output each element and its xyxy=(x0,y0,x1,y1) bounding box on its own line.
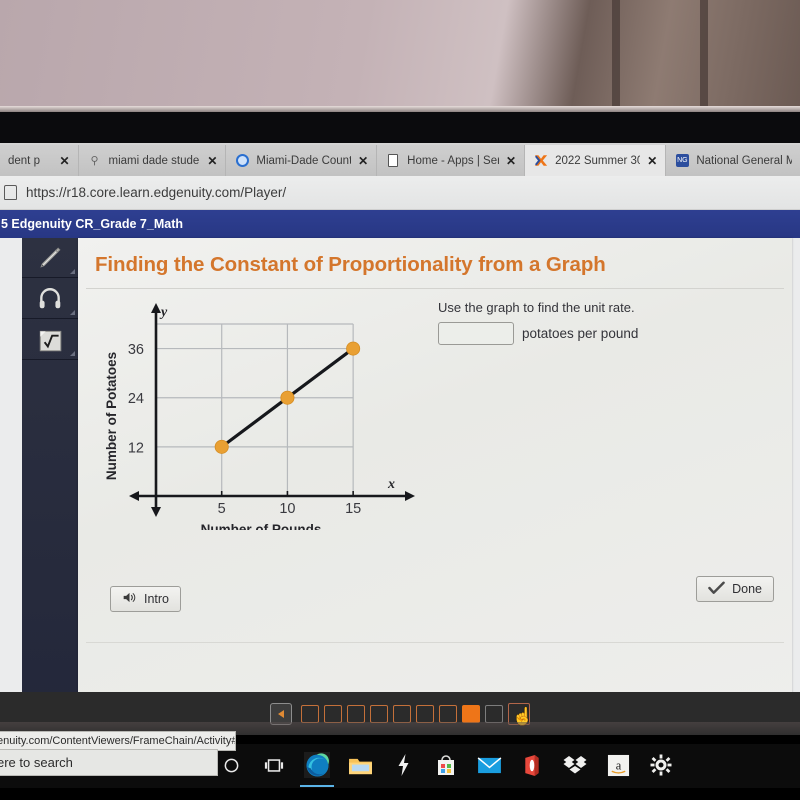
tab-label: National General M xyxy=(696,154,792,167)
progress-step-8[interactable] xyxy=(462,704,480,723)
address-input[interactable]: https://r18.core.learn.edgenuity.com/Pla… xyxy=(26,185,286,200)
close-icon[interactable]: ✕ xyxy=(358,154,368,168)
done-button-label: Done xyxy=(732,582,762,596)
browser-tab-3[interactable]: Home - Apps | Service ✕ xyxy=(377,145,526,176)
tab-label: Home - Apps | Service xyxy=(407,154,499,167)
document-icon xyxy=(386,154,400,168)
laptop-photo-scene: dent p ✕ ⚲ miami dade student p ✕ Miami-… xyxy=(0,0,800,800)
y-tick-label-0: 12 xyxy=(128,440,144,456)
wall-post-right xyxy=(700,0,708,106)
search-icon: ⚲ xyxy=(90,155,99,167)
answer-input[interactable] xyxy=(438,322,514,345)
highlighter-icon[interactable] xyxy=(22,238,78,278)
lesson-title: Finding the Constant of Proportionality … xyxy=(95,253,606,276)
progress-step-9[interactable] xyxy=(485,704,503,723)
site-info-icon[interactable] xyxy=(4,185,17,200)
search-input[interactable]: ere to search xyxy=(0,749,218,776)
data-point-1[interactable] xyxy=(214,439,229,454)
check-icon xyxy=(708,581,725,598)
intro-button-label: Intro xyxy=(144,592,170,606)
tab-label: Miami-Dade County P xyxy=(256,154,351,167)
browser-tab-strip: dent p ✕ ⚲ miami dade student p ✕ Miami-… xyxy=(0,143,800,176)
x-tick-label-1: 10 xyxy=(279,501,295,517)
calculator-icon[interactable] xyxy=(22,320,78,360)
circle-icon xyxy=(235,154,249,168)
progress-step-4[interactable] xyxy=(370,704,388,723)
tab-label: dent p xyxy=(8,154,40,167)
x-axis-symbol: x xyxy=(387,477,395,492)
speaker-icon xyxy=(122,590,137,608)
progress-step-6[interactable] xyxy=(416,704,434,723)
x-axis-arrow-left xyxy=(129,491,139,501)
lesson-card: Finding the Constant of Proportionality … xyxy=(78,238,792,735)
done-button[interactable]: Done xyxy=(696,576,774,602)
tab-label: 2022 Summer 305 Edg xyxy=(555,154,640,167)
answer-row: potatoes per pound xyxy=(438,322,738,345)
taskbar-icons: a xyxy=(218,747,674,787)
settings-gear-icon[interactable] xyxy=(648,752,674,778)
progress-step-2[interactable] xyxy=(324,704,342,723)
tab-label: miami dade student p xyxy=(108,154,201,167)
x-axis-title: Number of Pounds xyxy=(201,522,322,530)
app-header: 5 Edgenuity CR_Grade 7_Math xyxy=(0,210,800,238)
amazon-icon[interactable]: a xyxy=(605,752,631,778)
x-tick-label-2: 15 xyxy=(345,501,361,517)
browser-tab-2[interactable]: Miami-Dade County P ✕ xyxy=(226,145,378,176)
proportionality-graph: 12 24 36 5 10 15 y x Number of Pounds Number of P… xyxy=(98,300,418,537)
intro-button[interactable]: Intro xyxy=(110,586,182,612)
search-placeholder: ere to search xyxy=(0,755,73,770)
browser-address-bar: https://r18.core.learn.edgenuity.com/Pla… xyxy=(0,176,800,210)
y-tick-label-1: 24 xyxy=(128,391,144,407)
mail-icon[interactable] xyxy=(476,752,502,778)
browser-tab-4[interactable]: 2022 Summer 305 Edg ✕ xyxy=(525,145,667,176)
dropbox-icon[interactable] xyxy=(562,752,588,778)
question-text: Use the graph to find the unit rate. xyxy=(438,300,635,315)
headphones-icon[interactable] xyxy=(22,279,78,319)
cortana-circle-icon[interactable] xyxy=(218,752,244,778)
background-wall xyxy=(0,0,800,112)
edgenuity-icon xyxy=(534,154,548,168)
file-explorer-icon[interactable] xyxy=(347,752,373,778)
y-axis-arrow-down xyxy=(151,507,161,517)
laptop-screen: dent p ✕ ⚲ miami dade student p ✕ Miami-… xyxy=(0,143,800,735)
question-block: Use the graph to find the unit rate. pot… xyxy=(438,300,738,345)
footer-divider xyxy=(86,642,784,643)
graph-svg: 12 24 36 5 10 15 y x Number of Pounds Number of P… xyxy=(104,303,415,537)
progress-step-1[interactable] xyxy=(301,704,319,723)
microsoft-store-icon[interactable] xyxy=(433,752,459,778)
close-icon[interactable]: ✕ xyxy=(506,154,516,168)
wall-post-left xyxy=(612,0,620,106)
windows-taskbar: enuity.com/ContentViewers/FrameChain/Act… xyxy=(0,731,800,800)
status-tooltip: enuity.com/ContentViewers/FrameChain/Act… xyxy=(0,731,236,751)
y-axis-title: Number of Potatoes xyxy=(104,352,119,480)
data-point-2[interactable] xyxy=(280,390,295,405)
y-tick-label-2: 36 xyxy=(128,342,144,358)
x-axis-arrow-right xyxy=(405,491,415,501)
task-view-icon[interactable] xyxy=(261,752,287,778)
lightning-icon[interactable] xyxy=(390,752,416,778)
page-title: 5 Edgenuity CR_Grade 7_Math xyxy=(1,217,183,231)
close-icon[interactable]: ✕ xyxy=(207,154,217,168)
edge-browser-icon[interactable] xyxy=(300,752,334,787)
document-icon xyxy=(0,154,1,168)
browser-tab-0[interactable]: dent p ✕ xyxy=(0,145,79,176)
close-icon[interactable]: ✕ xyxy=(647,154,657,168)
office-icon[interactable] xyxy=(519,752,545,778)
svg-text:a: a xyxy=(615,758,621,772)
browser-tab-1[interactable]: ⚲ miami dade student p ✕ xyxy=(78,145,227,176)
divider xyxy=(86,288,784,289)
progress-step-7[interactable] xyxy=(439,704,457,723)
answer-unit-label: potatoes per pound xyxy=(522,326,639,341)
close-icon[interactable]: ✕ xyxy=(59,154,69,168)
progress-step-3[interactable] xyxy=(347,704,365,723)
x-tick-label-0: 5 xyxy=(218,501,226,517)
y-axis-arrow-up xyxy=(151,303,161,313)
data-point-3[interactable] xyxy=(346,341,361,356)
tool-rail xyxy=(22,238,78,735)
blue-square-icon: NG xyxy=(675,154,689,168)
progress-step-5[interactable] xyxy=(393,704,411,723)
browser-tab-5[interactable]: NG National General M xyxy=(666,145,800,176)
y-axis-symbol: y xyxy=(159,305,168,320)
